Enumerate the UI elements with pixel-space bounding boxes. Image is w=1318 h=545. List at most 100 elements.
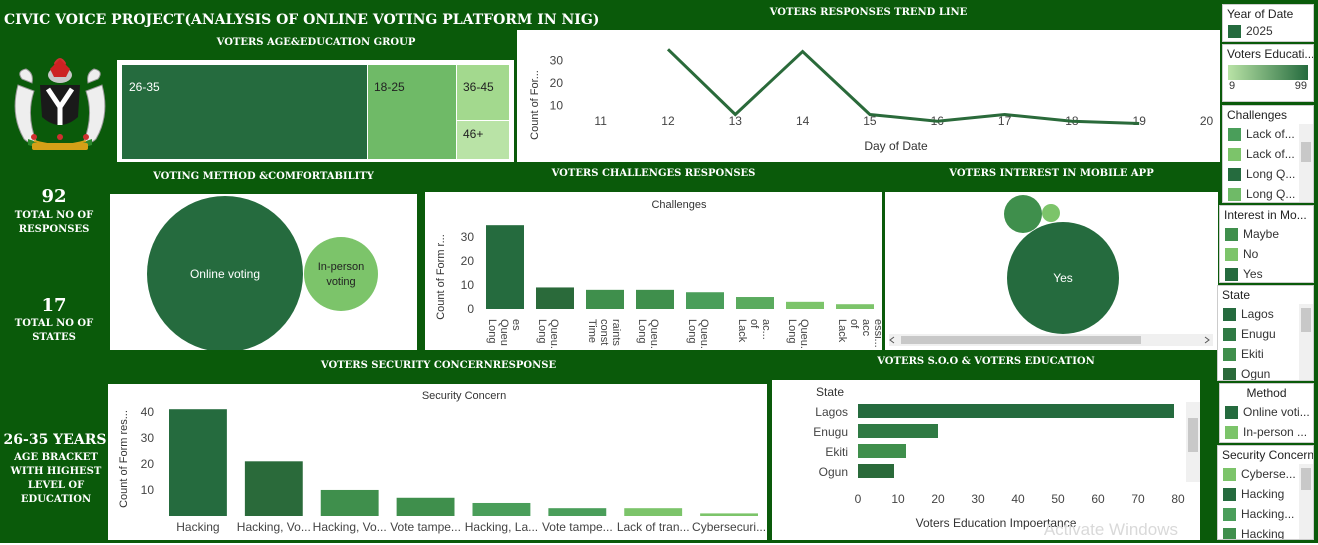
security-x-tick: Hacking, Vo... bbox=[237, 520, 311, 534]
legend-swatch bbox=[1225, 247, 1238, 261]
legend-label: Yes bbox=[1243, 267, 1263, 281]
legend-security-title: Security Concern bbox=[1222, 448, 1314, 462]
challenges-bar[interactable] bbox=[486, 225, 524, 309]
challenges-bar[interactable] bbox=[736, 297, 774, 309]
treemap-label: 46+ bbox=[463, 127, 484, 141]
challenges-bar[interactable] bbox=[536, 287, 574, 309]
legend-challenges-title: Challenges bbox=[1227, 108, 1288, 122]
legend-label: Hacking bbox=[1241, 527, 1285, 540]
challenges-title: VOTERS CHALLENGES RESPONSES bbox=[551, 168, 756, 179]
security-bar[interactable] bbox=[320, 489, 379, 516]
trend-x-tick: 11 bbox=[594, 114, 607, 128]
soo-x-tick: 10 bbox=[891, 492, 905, 506]
soo-x-tick: 60 bbox=[1091, 492, 1105, 506]
legend-label: In-person ... bbox=[1243, 425, 1308, 439]
legend-swatch bbox=[1223, 347, 1236, 361]
trend-y-tick: 20 bbox=[550, 76, 564, 90]
soo-scrollbar-thumb[interactable] bbox=[1188, 418, 1198, 452]
trend-x-tick: 12 bbox=[661, 114, 675, 128]
challenges-x-tick: LongQueu... bbox=[686, 319, 710, 350]
soo-bar[interactable] bbox=[858, 424, 938, 438]
challenges-bar[interactable] bbox=[786, 301, 824, 309]
legend-swatch bbox=[1223, 467, 1236, 481]
method-bubble-inperson[interactable] bbox=[304, 237, 378, 311]
soo-scrollbar[interactable] bbox=[1186, 402, 1200, 482]
trend-panel: 10 20 30 11 12 13 14 15 16 17 18 19 20 Count of For… bbox=[517, 30, 1220, 162]
treemap-cell-26-35[interactable]: 26-35 bbox=[122, 65, 367, 159]
kpi-age-value: 26-35 YEARS bbox=[3, 432, 107, 448]
mobile-bubble-no[interactable] bbox=[1042, 204, 1060, 222]
soo-y-tick: Ogun bbox=[819, 465, 848, 479]
security-y-axis-label: Count of Form res... bbox=[118, 410, 130, 508]
security-bar[interactable] bbox=[472, 502, 531, 516]
legend-item[interactable]: Maybe bbox=[1220, 224, 1313, 244]
challenges-x-tick: Lackofaccessi... bbox=[836, 319, 882, 348]
legend-scrollbar[interactable] bbox=[1299, 464, 1313, 539]
soo-chart: State Lagos Enugu Ekiti Ogun 0 10 20 30 40 50 60 7… bbox=[813, 385, 1185, 530]
legend-swatch bbox=[1225, 267, 1238, 281]
security-x-tick: Hacking, Vo... bbox=[313, 520, 387, 534]
legend-method-title: Method bbox=[1246, 386, 1287, 400]
challenges-y-axis-label: Count of Form r... bbox=[435, 234, 447, 320]
security-x-tick: Vote tampe... bbox=[390, 520, 461, 534]
education-range: 9 99 bbox=[1223, 80, 1313, 92]
soo-x-tick: 40 bbox=[1011, 492, 1025, 506]
treemap-cell-18-25[interactable]: 18-25 bbox=[368, 65, 456, 159]
legend-swatch bbox=[1223, 507, 1236, 521]
challenges-x-tick: Lackofac... bbox=[736, 319, 772, 343]
legend-swatch bbox=[1223, 527, 1236, 539]
security-bar[interactable] bbox=[396, 497, 455, 516]
soo-bar[interactable] bbox=[858, 444, 906, 458]
challenges-bar[interactable] bbox=[686, 292, 724, 309]
security-x-tick: Vote tampe... bbox=[542, 520, 613, 534]
soo-bar[interactable] bbox=[858, 404, 1174, 418]
treemap-label: 18-25 bbox=[374, 80, 405, 94]
legend-security: Security Concern Cyberse... Hacking Hack… bbox=[1217, 445, 1314, 540]
security-bar[interactable] bbox=[169, 409, 227, 516]
legend-scrollbar-thumb[interactable] bbox=[1301, 468, 1311, 490]
legend-scrollbar-thumb[interactable] bbox=[1301, 142, 1311, 162]
soo-panel: State Lagos Enugu Ekiti Ogun 0 10 20 30 40 50 60 7… bbox=[772, 380, 1200, 540]
security-bar[interactable] bbox=[548, 508, 607, 516]
challenges-y-tick: 30 bbox=[461, 230, 475, 244]
legend-item[interactable]: In-person ... bbox=[1220, 422, 1313, 442]
mobile-scrollbar-thumb[interactable] bbox=[901, 336, 1141, 344]
trend-chart: 102030 11 12 13 14 15 16 17 18 19 20 Count of For… bbox=[529, 48, 1214, 153]
challenges-bar[interactable] bbox=[836, 304, 874, 309]
method-label-inperson-2: voting bbox=[326, 276, 355, 288]
challenges-bar[interactable] bbox=[586, 289, 624, 309]
soo-x-tick: 0 bbox=[855, 492, 862, 506]
legend-label: Ekiti bbox=[1241, 347, 1264, 361]
legend-scrollbar[interactable] bbox=[1299, 124, 1313, 202]
challenges-bar[interactable] bbox=[636, 289, 674, 309]
trend-series-line[interactable] bbox=[666, 48, 1140, 125]
legend-item[interactable]: No bbox=[1220, 244, 1313, 264]
soo-title: VOTERS S.O.O & VOTERS EDUCATION bbox=[877, 356, 1095, 367]
legend-interest: Interest in Mo... Maybe No Yes bbox=[1219, 205, 1314, 283]
security-y-tick: 30 bbox=[141, 431, 155, 445]
legend-education-title: Voters Educati... bbox=[1227, 47, 1314, 61]
challenges-y-tick: 10 bbox=[461, 278, 475, 292]
legend-item[interactable]: Yes bbox=[1220, 264, 1313, 282]
legend-swatch bbox=[1228, 24, 1241, 38]
challenges-y-tick: 0 bbox=[467, 302, 474, 316]
security-bar[interactable] bbox=[244, 461, 303, 516]
legend-label: 2025 bbox=[1246, 24, 1273, 38]
treemap-label: 26-35 bbox=[129, 80, 160, 94]
security-bar[interactable] bbox=[700, 513, 758, 516]
challenges-x-tick: LongQueu... bbox=[536, 319, 560, 350]
trend-x-tick: 14 bbox=[796, 114, 810, 128]
legend-year-item[interactable]: 2025 bbox=[1223, 23, 1313, 39]
legend-scrollbar[interactable] bbox=[1299, 304, 1313, 380]
mobile-bubble-maybe[interactable] bbox=[1004, 195, 1042, 233]
legend-state-title: State bbox=[1222, 288, 1251, 302]
legend-scrollbar-thumb[interactable] bbox=[1301, 308, 1311, 332]
security-bar[interactable] bbox=[624, 508, 683, 516]
security-x-tick: Cybersecuri... bbox=[692, 520, 766, 534]
trend-y-axis-label: Count of For... bbox=[529, 70, 541, 140]
legend-item[interactable]: Online voti... bbox=[1220, 402, 1313, 422]
treemap-cell-36-45[interactable]: 36-45 bbox=[457, 65, 509, 120]
soo-bar[interactable] bbox=[858, 464, 894, 478]
treemap-cell-46plus[interactable]: 46+ bbox=[457, 121, 509, 159]
soo-y-axis-label: State bbox=[816, 385, 844, 399]
